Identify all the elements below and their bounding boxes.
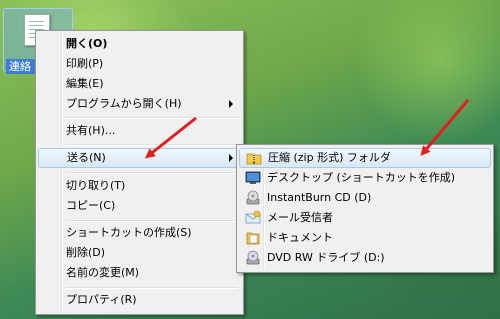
red-arrow-icon [144, 116, 197, 159]
red-arrow-icon [420, 99, 470, 157]
annotation-arrows [144, 99, 470, 159]
